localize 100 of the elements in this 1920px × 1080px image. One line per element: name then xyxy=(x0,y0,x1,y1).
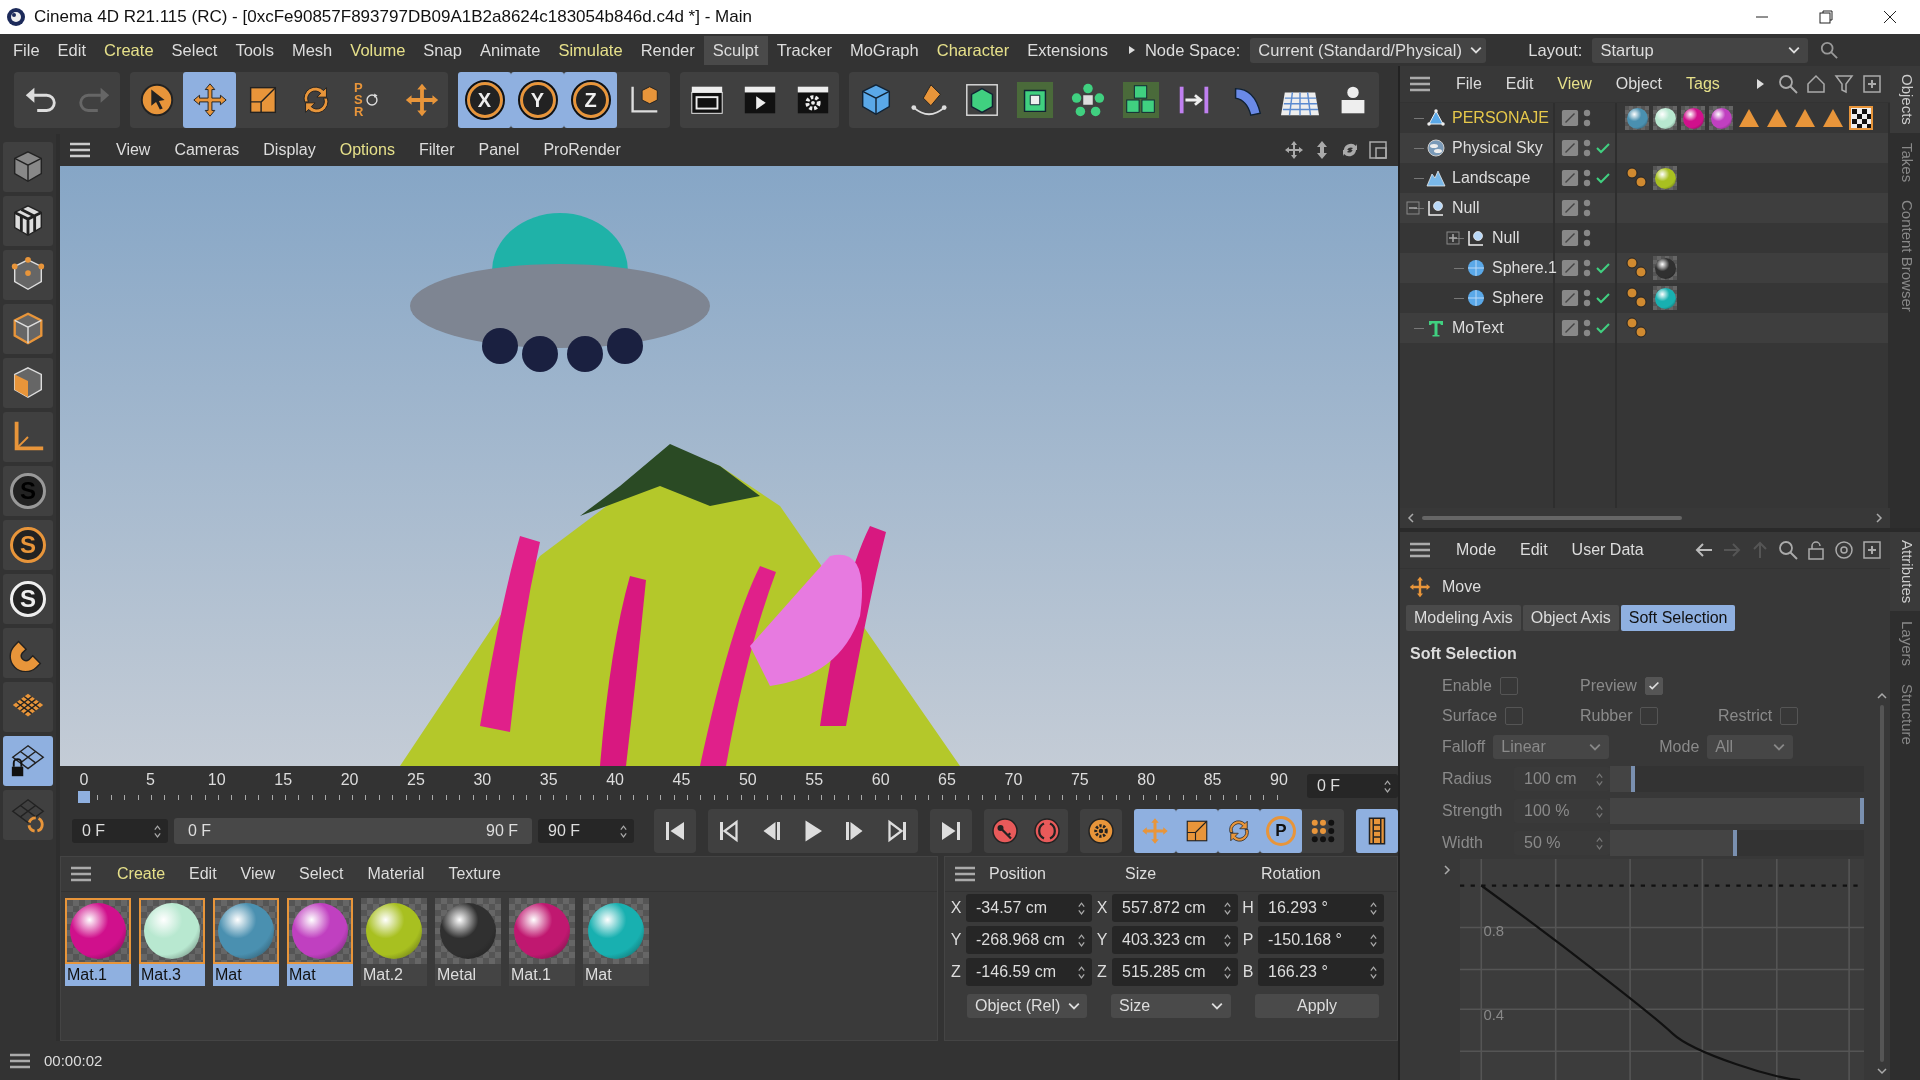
visibility-dots-icon[interactable] xyxy=(1583,258,1591,278)
spinner-arrows-icon[interactable] xyxy=(1223,932,1232,948)
material-tile[interactable]: Mat xyxy=(583,898,649,986)
move-button[interactable] xyxy=(183,72,236,128)
new-window-icon[interactable] xyxy=(1862,74,1882,94)
value-field[interactable]: 403.323 cm xyxy=(1112,926,1238,954)
arrow-right-icon[interactable] xyxy=(1126,45,1137,55)
lock-icon[interactable] xyxy=(1806,540,1826,560)
pencil-square-icon[interactable] xyxy=(1561,319,1579,337)
visibility-dots-icon[interactable] xyxy=(1583,228,1591,248)
model-button[interactable] xyxy=(3,142,53,192)
menu-item[interactable]: ProRender xyxy=(531,141,633,159)
menu-item[interactable]: Simulate xyxy=(549,35,632,65)
axis-lock-button[interactable]: Y xyxy=(511,72,564,128)
value-field[interactable]: -150.168 ° xyxy=(1258,926,1384,954)
pencil-square-icon[interactable] xyxy=(1561,199,1579,217)
phong-tag-icon[interactable] xyxy=(1625,316,1649,340)
value-field[interactable]: -268.968 cm xyxy=(966,926,1092,954)
menu-icon[interactable] xyxy=(1410,542,1430,558)
spinner-arrows-icon[interactable] xyxy=(1077,964,1086,980)
tab[interactable]: Object Axis xyxy=(1522,605,1619,631)
menu-item[interactable]: Tags xyxy=(1674,75,1732,93)
menu-item[interactable]: Snap xyxy=(414,35,471,65)
object-name[interactable]: Sphere xyxy=(1492,289,1544,307)
object-name[interactable]: Null xyxy=(1492,229,1520,247)
side-tab[interactable]: Objects xyxy=(1890,66,1920,133)
check-icon[interactable] xyxy=(1595,260,1611,276)
pencil-square-icon[interactable] xyxy=(1561,109,1579,127)
coordinate-mode-dropdown[interactable]: Object (Rel) xyxy=(967,994,1087,1018)
pan-arrows-icon[interactable] xyxy=(1284,140,1304,160)
menu-item[interactable]: MoGraph xyxy=(840,35,928,65)
check-icon[interactable] xyxy=(1595,170,1611,186)
material-tile[interactable]: Mat.1 xyxy=(65,898,131,986)
texture-button[interactable] xyxy=(3,196,53,246)
object-name[interactable]: PERSONAJE xyxy=(1452,109,1549,127)
material-tag[interactable] xyxy=(1625,106,1649,130)
value-field[interactable]: 166.23 ° xyxy=(1258,958,1384,986)
menu-item[interactable]: Create xyxy=(95,35,163,65)
menu-item[interactable]: File xyxy=(4,35,49,65)
menu-item[interactable]: Select xyxy=(287,865,356,883)
search-icon[interactable] xyxy=(1778,540,1798,560)
menu-icon[interactable] xyxy=(70,142,90,158)
menu-item[interactable]: Edit xyxy=(1493,75,1546,93)
menu-item[interactable]: Panel xyxy=(466,141,532,159)
spinner-arrows-icon[interactable] xyxy=(1077,900,1086,916)
start-frame-field[interactable]: 0 F xyxy=(72,819,168,843)
home-icon[interactable] xyxy=(1806,74,1826,94)
visibility-dots-icon[interactable] xyxy=(1583,198,1591,218)
axis-lock-button[interactable]: Z xyxy=(564,72,617,128)
menu-item[interactable]: Tools xyxy=(226,35,283,65)
material-tag[interactable] xyxy=(1681,106,1705,130)
current-frame-field[interactable]: 0 F xyxy=(1306,774,1398,798)
checkbox[interactable] xyxy=(1499,677,1518,695)
visibility-dots-icon[interactable] xyxy=(1583,108,1591,128)
spinner-arrows-icon[interactable] xyxy=(619,823,628,839)
scrollbar-thumb[interactable] xyxy=(1422,516,1682,520)
visibility-dots-icon[interactable] xyxy=(1583,288,1591,308)
menu-item[interactable]: Material xyxy=(355,865,437,883)
material-tile[interactable]: Mat xyxy=(213,898,279,986)
value-field[interactable]: 16.293 ° xyxy=(1258,894,1384,922)
menu-icon[interactable] xyxy=(10,1052,30,1069)
value-field[interactable]: -34.57 cm xyxy=(966,894,1092,922)
timeline-window-button[interactable] xyxy=(1356,809,1398,853)
node-space-dropdown[interactable]: Current (Standard/Physical) xyxy=(1250,37,1487,63)
material-tag[interactable] xyxy=(1653,286,1677,310)
menu-icon[interactable] xyxy=(1410,76,1430,92)
maximize-icon[interactable] xyxy=(1368,140,1388,160)
menu-item[interactable]: View xyxy=(104,141,163,159)
slider-thumb[interactable] xyxy=(1631,766,1636,792)
phong-tag-icon[interactable] xyxy=(1625,256,1649,280)
collapse-icon[interactable] xyxy=(1406,201,1420,215)
menu-item[interactable]: Animate xyxy=(470,35,550,65)
spinner-arrows-icon[interactable] xyxy=(1223,900,1232,916)
menu-item[interactable]: Filter xyxy=(406,141,467,159)
scroll-down-icon[interactable] xyxy=(1877,1066,1887,1076)
value-field[interactable]: 557.872 cm xyxy=(1112,894,1238,922)
pencil-square-icon[interactable] xyxy=(1561,229,1579,247)
visibility-dots-icon[interactable] xyxy=(1583,138,1591,158)
menu-item[interactable]: Extensions xyxy=(1018,35,1117,65)
slider-thumb[interactable] xyxy=(1733,830,1737,856)
menu-item[interactable]: Edit xyxy=(1508,541,1560,559)
menu-icon[interactable] xyxy=(71,866,91,882)
checkbox[interactable] xyxy=(1640,707,1659,725)
checkbox[interactable] xyxy=(1644,677,1663,695)
workplane-sync-button[interactable] xyxy=(3,790,53,840)
menu-item[interactable]: Character xyxy=(927,35,1019,65)
checkbox[interactable] xyxy=(1505,707,1524,725)
workplane-button[interactable] xyxy=(3,682,53,732)
checkbox[interactable] xyxy=(1780,707,1799,725)
size-mode-dropdown[interactable]: Size xyxy=(1111,994,1231,1018)
key-param-button[interactable]: P xyxy=(1260,809,1302,853)
filter-icon[interactable] xyxy=(1834,74,1854,94)
value-field[interactable]: 515.285 cm xyxy=(1112,958,1238,986)
tab[interactable]: Modeling Axis xyxy=(1406,605,1521,631)
check-icon[interactable] xyxy=(1595,140,1611,156)
menu-item[interactable]: Tracker xyxy=(767,35,841,65)
menu-item[interactable]: Render xyxy=(631,35,704,65)
object-name[interactable]: Null xyxy=(1452,199,1480,217)
side-tab[interactable]: Layers xyxy=(1890,613,1920,675)
material-tile[interactable]: Mat xyxy=(287,898,353,986)
